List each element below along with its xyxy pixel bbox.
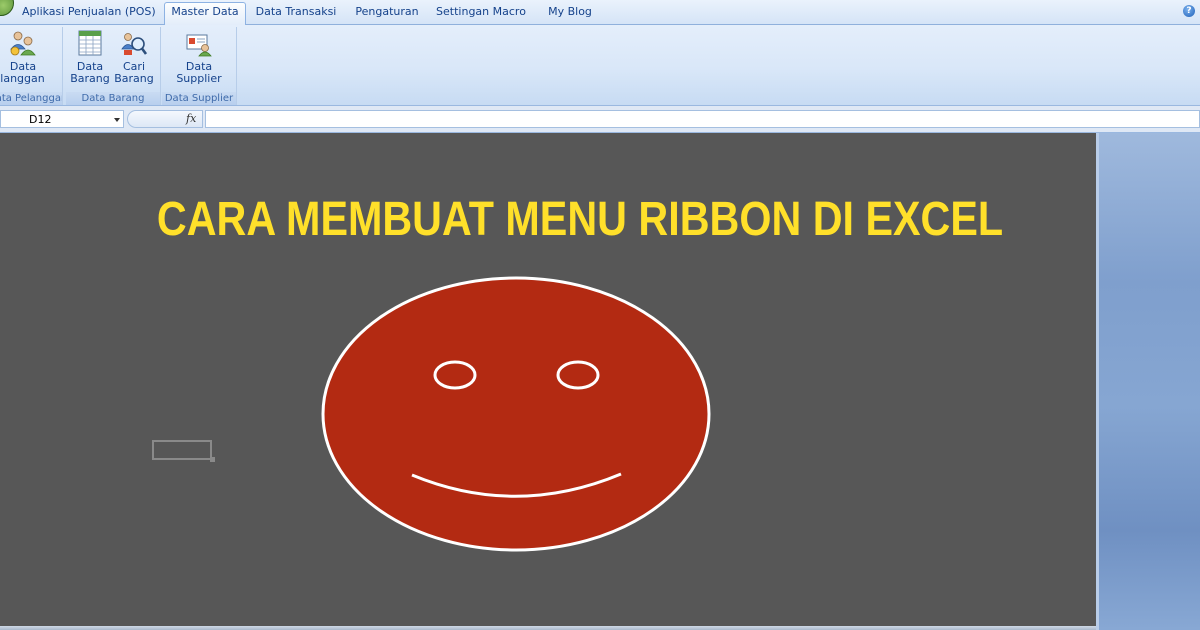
smiley-left-eye xyxy=(433,360,477,390)
fill-handle[interactable] xyxy=(210,457,215,462)
selected-cell[interactable] xyxy=(152,440,212,460)
smiley-shape xyxy=(321,276,711,552)
smiley-face xyxy=(321,276,711,552)
smiley-right-eye xyxy=(556,360,600,390)
